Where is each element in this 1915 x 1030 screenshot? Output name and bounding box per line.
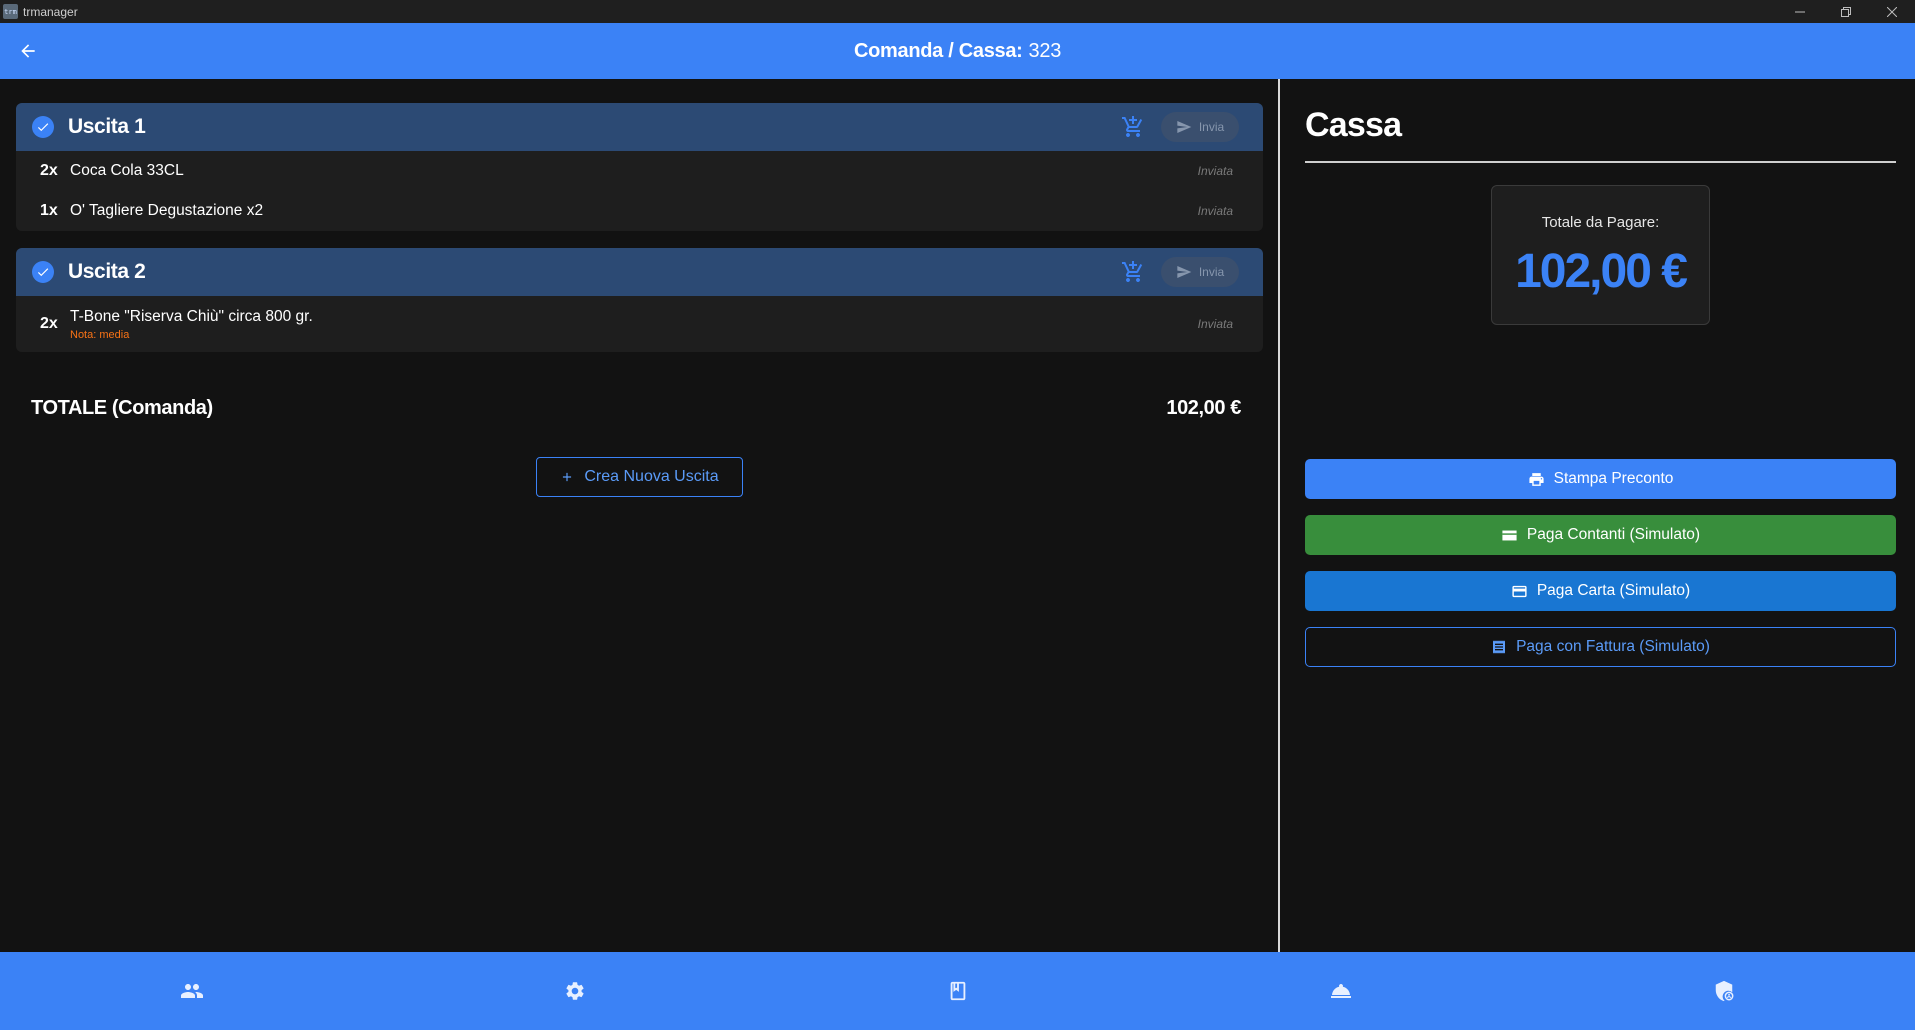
add-icon bbox=[563, 472, 572, 482]
app-icon-text: trm bbox=[4, 7, 17, 16]
uscita-header: Uscita 1 Invia bbox=[16, 103, 1263, 151]
send-icon bbox=[1177, 266, 1192, 278]
item-qty: 1x bbox=[40, 202, 58, 219]
nav-people[interactable] bbox=[0, 952, 383, 1030]
send-button[interactable]: Invia bbox=[1161, 257, 1239, 287]
pay-card-label: Paga Carta (Simulato) bbox=[1536, 582, 1691, 599]
item-name: O' Tagliere Degustazione x2 bbox=[70, 202, 264, 219]
total-due-value: 102,00 € bbox=[1515, 245, 1688, 298]
settings-icon bbox=[565, 982, 584, 1000]
cassa-title: Cassa bbox=[1305, 106, 1402, 144]
pay-invoice-label: Paga con Fattura (Simulato) bbox=[1516, 638, 1710, 655]
page-title: Comanda / Cassa: 323 bbox=[854, 40, 1061, 63]
close-icon[interactable] bbox=[1869, 0, 1915, 23]
room-service-icon bbox=[1330, 984, 1351, 998]
item-qty: 2x bbox=[40, 315, 58, 332]
minimize-icon[interactable] bbox=[1777, 0, 1823, 23]
item-note: Nota: media bbox=[70, 328, 130, 341]
order-panel: Uscita 1 Invia 2x Coca Cola 33CL Inviata… bbox=[0, 79, 1278, 952]
admin-shield-icon bbox=[1715, 980, 1733, 1002]
item-status: Inviata bbox=[1197, 317, 1233, 331]
pay-invoice-button[interactable]: Paga con Fattura (Simulato) bbox=[1305, 627, 1896, 667]
print-preconto-button[interactable]: Stampa Preconto bbox=[1305, 459, 1896, 499]
order-total-label: TOTALE (Comanda) bbox=[31, 397, 213, 419]
send-label: Invia bbox=[1198, 265, 1225, 279]
order-total-value: 102,00 € bbox=[1166, 397, 1241, 419]
total-card: Totale da Pagare: 102,00 € bbox=[1491, 185, 1710, 325]
window-titlebar: trm trmanager bbox=[0, 0, 1915, 23]
print-preconto-label: Stampa Preconto bbox=[1553, 470, 1674, 487]
add-shopping-cart-icon[interactable] bbox=[1121, 115, 1145, 139]
add-shopping-cart-icon[interactable] bbox=[1121, 260, 1145, 284]
item-name: T-Bone "Riserva Chiù" circa 800 gr. bbox=[70, 307, 313, 325]
send-icon bbox=[1177, 121, 1192, 133]
print-icon bbox=[1529, 472, 1544, 486]
create-uscita-button[interactable]: Crea Nuova Uscita bbox=[536, 457, 743, 497]
pay-cash-label: Paga Contanti (Simulato) bbox=[1526, 526, 1701, 543]
receipt-icon bbox=[1493, 640, 1506, 654]
send-button[interactable]: Invia bbox=[1161, 112, 1239, 142]
item-qty: 2x bbox=[40, 162, 58, 179]
create-uscita-label: Crea Nuova Uscita bbox=[584, 468, 719, 485]
list-item[interactable]: 1x O' Tagliere Degustazione x2 Inviata bbox=[16, 191, 1263, 231]
credit-card-icon bbox=[1512, 585, 1527, 597]
cash-icon bbox=[1502, 530, 1517, 540]
list-item[interactable]: 2x T-Bone "Riserva Chiù" circa 800 gr. N… bbox=[16, 296, 1263, 352]
item-name: Coca Cola 33CL bbox=[70, 162, 184, 179]
check-circle-icon bbox=[32, 116, 54, 138]
restore-icon[interactable] bbox=[1823, 0, 1869, 23]
uscita-title: Uscita 2 bbox=[68, 260, 146, 283]
app-icon: trm bbox=[3, 4, 18, 19]
uscita-card: Uscita 1 Invia 2x Coca Cola 33CL Inviata… bbox=[16, 103, 1263, 231]
page-title-label: Comanda / Cassa: bbox=[853, 39, 1023, 62]
nav-admin[interactable] bbox=[1532, 952, 1915, 1030]
menu-book-icon bbox=[950, 981, 965, 1001]
nav-settings[interactable] bbox=[383, 952, 766, 1030]
cassa-panel: Cassa Totale da Pagare: 102,00 € Stampa … bbox=[1280, 79, 1915, 952]
total-due-label: Totale da Pagare: bbox=[1541, 214, 1660, 231]
uscita-title: Uscita 1 bbox=[68, 115, 146, 138]
order-number: 323 bbox=[1028, 39, 1062, 62]
uscita-header: Uscita 2 Invia bbox=[16, 248, 1263, 296]
app-name: trmanager bbox=[23, 4, 78, 19]
check-circle-icon bbox=[32, 261, 54, 283]
pay-cash-button[interactable]: Paga Contanti (Simulato) bbox=[1305, 515, 1896, 555]
cassa-divider bbox=[1305, 161, 1896, 163]
uscita-card: Uscita 2 Invia 2x T-Bone "Riserva Chiù" … bbox=[16, 248, 1263, 352]
order-total: TOTALE (Comanda) 102,00 € bbox=[31, 397, 1241, 420]
item-status: Inviata bbox=[1197, 164, 1233, 178]
pay-card-button[interactable]: Paga Carta (Simulato) bbox=[1305, 571, 1896, 611]
send-label: Invia bbox=[1198, 120, 1225, 134]
nav-room-service[interactable] bbox=[1149, 952, 1532, 1030]
people-icon bbox=[180, 984, 203, 998]
back-button[interactable] bbox=[14, 37, 42, 65]
item-status: Inviata bbox=[1197, 204, 1233, 218]
list-item[interactable]: 2x Coca Cola 33CL Inviata bbox=[16, 151, 1263, 191]
nav-menu[interactable] bbox=[766, 952, 1149, 1030]
app-header: Comanda / Cassa: 323 bbox=[0, 23, 1915, 79]
bottom-nav bbox=[0, 952, 1915, 1030]
arrow-back-icon bbox=[21, 44, 35, 58]
